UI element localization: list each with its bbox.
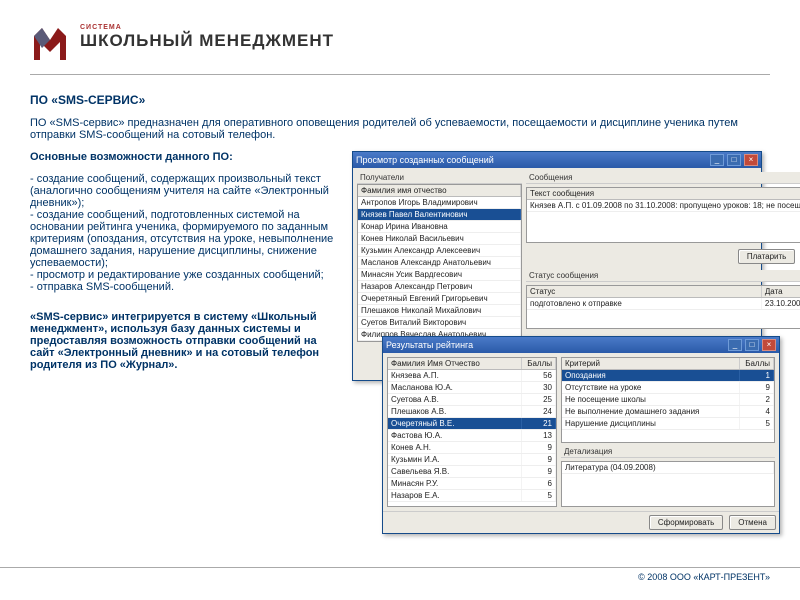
integration-note: «SMS-сервис» интегрируется в систему «Шк… xyxy=(30,311,340,371)
features-heading: Основные возможности данного ПО: xyxy=(30,151,340,163)
minimize-button[interactable]: _ xyxy=(710,154,724,166)
recipient-row[interactable]: Суетов Виталий Викторович xyxy=(358,317,521,329)
recipients-label: Получатели xyxy=(357,172,522,184)
column-header-fio[interactable]: Фамилия имя отчество xyxy=(358,185,521,196)
recipient-row[interactable]: Конев Николай Васильевич xyxy=(358,233,521,245)
platarit-button[interactable]: Платарить xyxy=(738,249,795,264)
window-rating: Результаты рейтинга _ □ × Фамилия Имя От… xyxy=(382,336,780,534)
recipient-row[interactable]: Масланов Александр Анатольевич xyxy=(358,257,521,269)
page-title: ПО «SMS-СЕРВИС» xyxy=(30,93,770,107)
criterion-row[interactable]: Нарушение дисциплины5 xyxy=(562,418,774,430)
messages-label: Сообщения xyxy=(526,172,800,184)
rating-left-grid[interactable]: Фамилия Имя Отчество Баллы Князева А.П.5… xyxy=(387,357,557,507)
detail-label: Детализация xyxy=(561,446,775,458)
window-title: Результаты рейтинга xyxy=(386,340,725,350)
rating-row[interactable]: Фастова Ю.А.13 xyxy=(388,430,556,442)
logo: СИСТЕМА ШКОЛЬНЫЙ МЕНЕДЖМЕНТ xyxy=(30,24,770,64)
criterion-row[interactable]: Не посещение школы2 xyxy=(562,394,774,406)
recipient-row[interactable]: Кузьмин Александр Алексеевич xyxy=(358,245,521,257)
status-cell[interactable]: подготовлено к отправке xyxy=(527,298,762,309)
intro-text: ПО «SMS-сервис» предназначен для операти… xyxy=(30,117,770,141)
generate-button[interactable]: Сформировать xyxy=(649,515,723,530)
logo-title: ШКОЛЬНЫЙ МЕНЕДЖМЕНТ xyxy=(80,31,334,51)
rating-row[interactable]: Князева А.П.56 xyxy=(388,370,556,382)
column-header-points: Баллы xyxy=(740,358,774,369)
message-row[interactable]: Князев А.П. с 01.09.2008 по 31.10.2008: … xyxy=(527,200,800,211)
criterion-row[interactable]: Не выполнение домашнего задания4 xyxy=(562,406,774,418)
titlebar[interactable]: Результаты рейтинга _ □ × xyxy=(383,337,779,353)
rating-row[interactable]: Суетова А.В.25 xyxy=(388,394,556,406)
screenshots-area: Просмотр созданных сообщений _ □ × Получ… xyxy=(352,151,770,551)
status-grid[interactable]: Статус Дата подготовлено к отправке 23.1… xyxy=(526,285,800,329)
close-button[interactable]: × xyxy=(762,339,776,351)
maximize-button[interactable]: □ xyxy=(745,339,759,351)
footer: © 2008 ООО «КАРТ-ПРЕЗЕНТ» xyxy=(0,568,800,582)
column-header-criterion: Критерий xyxy=(562,358,740,369)
cancel-button[interactable]: Отмена xyxy=(729,515,776,530)
recipients-list[interactable]: Антропов Игорь ВладимировичКнязев Павел … xyxy=(358,197,521,341)
logo-icon xyxy=(30,24,70,64)
criterion-row[interactable]: Опоздания1 xyxy=(562,370,774,382)
column-header-date: Дата xyxy=(762,286,800,297)
column-header-text: Текст сообщения xyxy=(527,188,800,199)
recipient-row[interactable]: Плешаков Николай Михайлович xyxy=(358,305,521,317)
status-label: Статус сообщения xyxy=(526,270,800,282)
rating-row[interactable]: Очеретяный В.Е.21 xyxy=(388,418,556,430)
recipient-row[interactable]: Назаров Александр Петрович xyxy=(358,281,521,293)
rating-row[interactable]: Савельева Я.В.9 xyxy=(388,466,556,478)
minimize-button[interactable]: _ xyxy=(728,339,742,351)
maximize-button[interactable]: □ xyxy=(727,154,741,166)
description-column: Основные возможности данного ПО: - созда… xyxy=(30,151,340,551)
recipient-row[interactable]: Конар Ирина Ивановна xyxy=(358,221,521,233)
messages-grid[interactable]: Текст сообщения Князев А.П. с 01.09.2008… xyxy=(526,187,800,243)
recipient-row[interactable]: Минасян Усик Вардгесович xyxy=(358,269,521,281)
rating-row[interactable]: Назаров Е.А.5 xyxy=(388,490,556,502)
close-button[interactable]: × xyxy=(744,154,758,166)
criterion-row[interactable]: Отсутствие на уроке9 xyxy=(562,382,774,394)
rating-row[interactable]: Кузьмин И.А.9 xyxy=(388,454,556,466)
rating-right-grid[interactable]: Критерий Баллы Опоздания1Отсутствие на у… xyxy=(561,357,775,443)
recipient-row[interactable]: Очеретяный Евгений Григорьевич xyxy=(358,293,521,305)
column-header-points: Баллы xyxy=(522,358,556,369)
rating-row[interactable]: Конев А.Н.9 xyxy=(388,442,556,454)
window-title: Просмотр созданных сообщений xyxy=(356,155,707,165)
recipient-row[interactable]: Антропов Игорь Владимирович xyxy=(358,197,521,209)
column-header-fio: Фамилия Имя Отчество xyxy=(388,358,522,369)
recipient-row[interactable]: Князев Павел Валентинович xyxy=(358,209,521,221)
detail-grid[interactable]: Литература (04.09.2008) xyxy=(561,461,775,507)
column-header-status: Статус xyxy=(527,286,762,297)
divider xyxy=(30,74,770,75)
titlebar[interactable]: Просмотр созданных сообщений _ □ × xyxy=(353,152,761,168)
date-cell[interactable]: 23.10.2008 11:11:50 xyxy=(762,298,800,309)
rating-row[interactable]: Минасян Р.У.6 xyxy=(388,478,556,490)
rating-row[interactable]: Масланова Ю.А.30 xyxy=(388,382,556,394)
detail-row[interactable]: Литература (04.09.2008) xyxy=(562,462,774,473)
rating-row[interactable]: Плешаков А.В.24 xyxy=(388,406,556,418)
features-list: - создание сообщений, содержащих произво… xyxy=(30,173,340,293)
logo-overline: СИСТЕМА xyxy=(80,24,334,31)
